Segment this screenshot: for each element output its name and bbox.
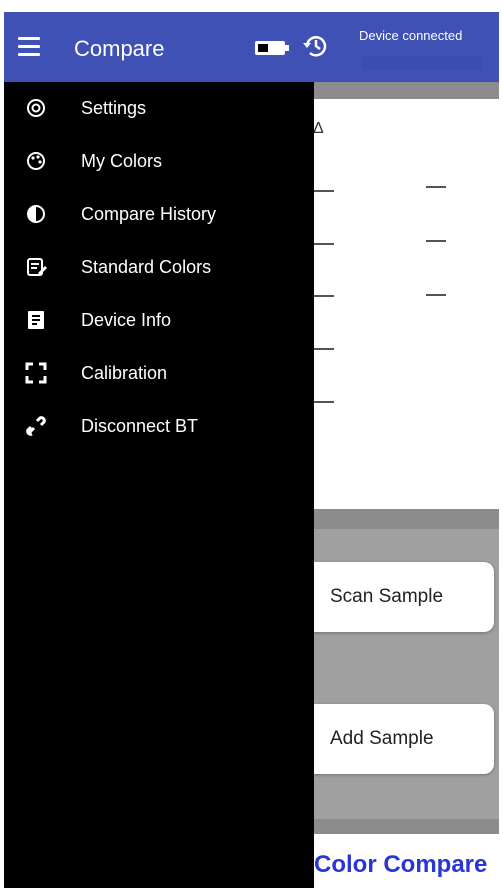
value-placeholder xyxy=(426,294,446,296)
nav-label: Calibration xyxy=(81,363,168,383)
nav-drawer: Settings My Colors Compare History Stand… xyxy=(4,82,314,888)
battery-icon xyxy=(255,41,289,55)
app-bar: Compare Device connected xyxy=(4,12,499,82)
nav-item-disconnect-bt[interactable]: Disconnect BT xyxy=(4,402,314,452)
value-placeholder xyxy=(314,348,334,350)
nav-label: My Colors xyxy=(81,151,163,171)
standard-list-icon xyxy=(27,258,47,276)
device-info-icon xyxy=(28,311,44,329)
value-placeholder xyxy=(314,401,334,403)
device-status: Device connected xyxy=(359,28,463,43)
link-icon xyxy=(26,416,46,436)
scan-sample-button[interactable]: Scan Sample xyxy=(304,562,494,632)
app-screen: Δ Scan Sample Add Sample Color Compare C… xyxy=(0,0,503,892)
nav-label: Disconnect BT xyxy=(81,416,199,436)
calibration-icon xyxy=(25,362,47,384)
nav-item-device-info[interactable]: Device Info xyxy=(4,296,314,346)
value-placeholder xyxy=(426,240,446,242)
nav-item-calibration[interactable]: Calibration xyxy=(4,349,314,399)
palette-icon xyxy=(27,152,45,170)
nav-label: Standard Colors xyxy=(81,257,212,277)
nav-label: Compare History xyxy=(81,204,217,224)
value-placeholder xyxy=(314,243,334,245)
settings-icon xyxy=(27,99,45,117)
history-icon[interactable] xyxy=(301,31,331,61)
compare-icon xyxy=(27,205,45,223)
nav-item-compare-history[interactable]: Compare History xyxy=(4,190,314,240)
nav-label: Device Info xyxy=(81,310,172,330)
footer-title: Color Compare xyxy=(314,851,488,878)
app-title: Compare xyxy=(74,36,165,61)
add-sample-button[interactable]: Add Sample xyxy=(304,704,494,774)
value-placeholder xyxy=(426,186,446,188)
value-placeholder xyxy=(314,295,334,297)
nav-item-standard-colors[interactable]: Standard Colors xyxy=(4,243,314,293)
nav-item-settings[interactable]: Settings xyxy=(4,84,314,134)
nav-item-my-colors[interactable]: My Colors xyxy=(4,137,314,187)
menu-icon[interactable] xyxy=(16,34,46,62)
status-indicator xyxy=(362,56,482,70)
delta-header: Δ xyxy=(313,120,324,137)
nav-label: Settings xyxy=(81,98,147,118)
value-placeholder xyxy=(314,190,334,192)
